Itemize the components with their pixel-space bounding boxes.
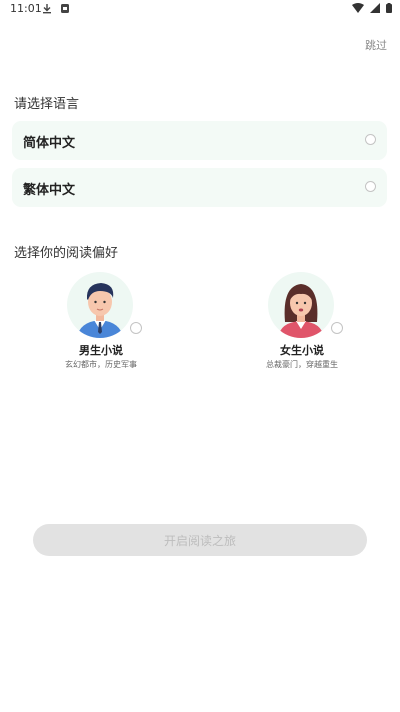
status-system-icons [352,3,392,13]
status-time: 11:01 [10,2,42,15]
preference-option-female[interactable]: 女生小说 总裁豪门，穿越重生 [247,272,357,372]
radio-button[interactable] [365,181,376,192]
cellular-signal-icon [370,3,380,13]
wifi-icon [352,3,364,13]
skip-button[interactable]: 跳过 [365,37,387,53]
start-reading-button[interactable]: 开启阅读之旅 [33,524,367,556]
preference-option-label: 男生小说 [79,344,123,357]
male-reader-illustration [77,283,123,338]
language-option-label: 简体中文 [23,136,76,151]
female-avatar [268,272,334,338]
preference-section-title: 选择你的阅读偏好 [14,246,119,261]
language-option-label: 繁体中文 [23,183,76,198]
preference-option-male[interactable]: 男生小说 玄幻都市，历史军事 [46,272,156,372]
battery-icon [386,3,392,13]
radio-button[interactable] [365,134,376,145]
status-notifications [42,3,70,14]
language-option-traditional[interactable]: 繁体中文 [12,168,387,207]
download-icon [43,4,51,14]
preference-option-label: 女生小说 [280,344,324,357]
language-section-title: 请选择语言 [14,97,80,112]
preference-option-description: 总裁豪门，穿越重生 [266,360,338,369]
male-avatar [67,272,133,338]
status-bar: 11:01 [0,0,400,22]
language-option-simplified[interactable]: 简体中文 [12,121,387,160]
radio-button[interactable] [331,322,343,334]
radio-button[interactable] [130,322,142,334]
app-notification-icon [61,4,69,13]
female-reader-illustration [278,284,324,338]
preference-option-description: 玄幻都市，历史军事 [65,360,137,369]
